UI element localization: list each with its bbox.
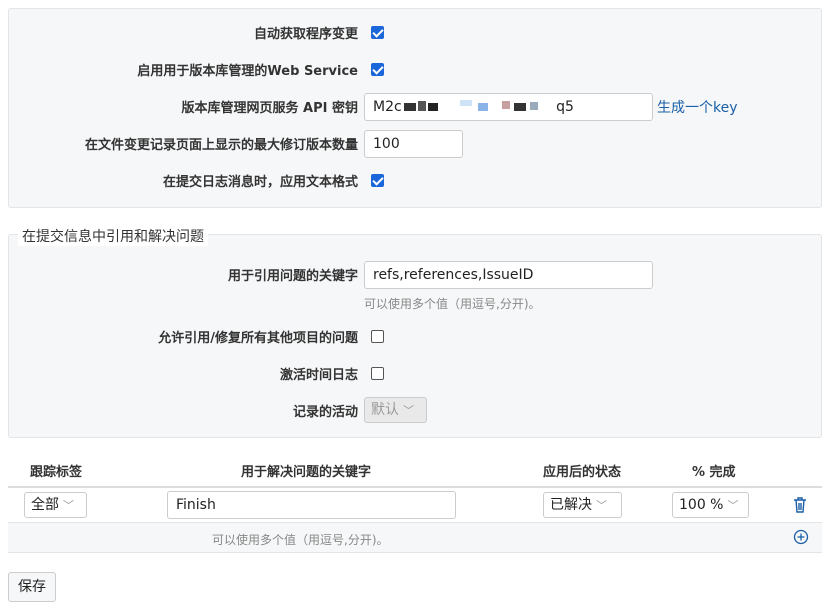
chevron-down-icon: ﹀ <box>727 499 739 512</box>
references-legend: 在提交信息中引用和解决问题 <box>18 226 208 246</box>
time-log-label: 激活时间日志 <box>279 368 358 383</box>
done-value: 100 % <box>679 497 724 513</box>
chevron-down-icon: ﹀ <box>63 499 74 512</box>
cross-project-label: 允许引用/修复所有其他项目的问题 <box>158 331 358 346</box>
fix-keyword-input[interactable]: Finish <box>167 491 456 519</box>
status-select[interactable]: 已解决 ﹀ <box>543 492 622 518</box>
chevron-down-icon: ﹀ <box>403 404 414 417</box>
enable-ws-checkbox[interactable] <box>371 63 384 76</box>
ref-keywords-label: 用于引用问题的关键字 <box>227 269 358 284</box>
activity-value: 默认 <box>371 402 399 418</box>
generate-key-link[interactable]: 生成一个key <box>657 97 738 117</box>
max-revisions-input[interactable]: 100 <box>364 130 463 158</box>
header-done: % 完成 <box>692 465 736 480</box>
text-format-checkbox[interactable] <box>371 174 384 187</box>
api-key-input[interactable]: M2c q5 <box>364 93 653 121</box>
fix-table-hint-row <box>8 523 822 553</box>
text-format-label: 在提交日志消息时，应用文本格式 <box>162 175 358 190</box>
max-revisions-label: 在文件变更记录页面上显示的最大修订版本数量 <box>84 138 358 153</box>
activity-select: 默认 ﹀ <box>364 397 427 423</box>
api-key-redacted <box>402 100 552 114</box>
api-key-value-start: M2c <box>373 99 402 115</box>
auto-fetch-label: 自动获取程序变更 <box>253 27 358 42</box>
done-select[interactable]: 100 % ﹀ <box>672 492 749 518</box>
api-key-value-end: q5 <box>556 99 574 115</box>
status-value: 已解决 <box>550 497 592 513</box>
auto-fetch-checkbox[interactable] <box>371 26 384 39</box>
ref-keywords-input[interactable]: refs,references,IssueID <box>364 261 653 289</box>
save-button[interactable]: 保存 <box>8 572 56 602</box>
header-tracker: 跟踪标签 <box>30 465 83 480</box>
header-keyword: 用于解决问题的关键字 <box>241 465 372 480</box>
activity-label: 记录的活动 <box>292 405 358 420</box>
tracker-value: 全部 <box>31 497 59 513</box>
time-log-checkbox[interactable] <box>371 367 384 380</box>
header-status: 应用后的状态 <box>543 465 622 480</box>
trash-icon[interactable] <box>792 496 808 514</box>
api-key-label: 版本库管理网页服务 API 密钥 <box>181 101 358 116</box>
tracker-select[interactable]: 全部 ﹀ <box>24 492 87 518</box>
plus-circle-icon[interactable] <box>793 529 809 545</box>
chevron-down-icon: ﹀ <box>596 499 607 512</box>
enable-ws-label: 启用用于版本库管理的Web Service <box>137 64 358 79</box>
fix-keyword-hint: 可以使用多个值（用逗号,分开)。 <box>212 533 389 547</box>
ref-keywords-hint: 可以使用多个值（用逗号,分开)。 <box>364 297 541 311</box>
cross-project-checkbox[interactable] <box>371 330 384 343</box>
